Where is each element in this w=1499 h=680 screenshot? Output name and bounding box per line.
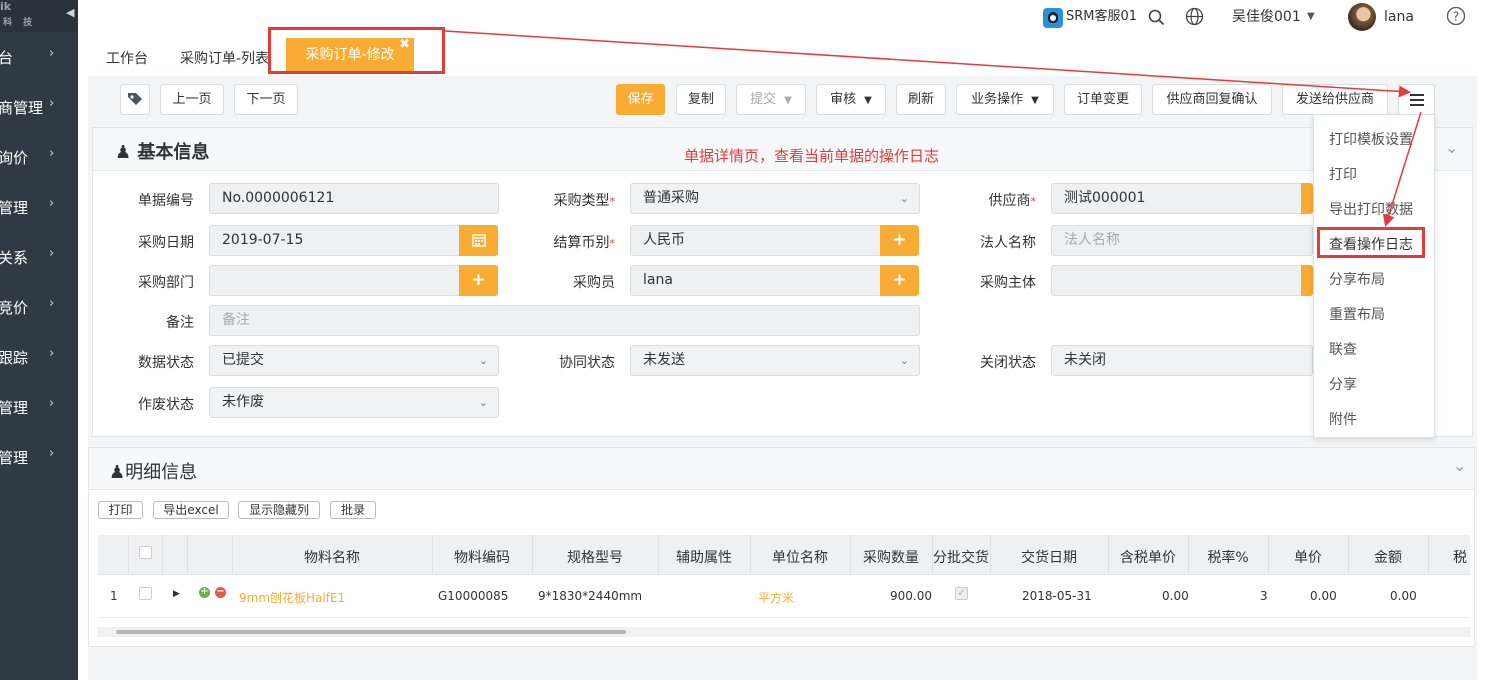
annotation-arrows bbox=[444, 30, 1422, 227]
arrow-to-log bbox=[1382, 111, 1422, 227]
arrow-to-menu bbox=[444, 30, 1411, 98]
